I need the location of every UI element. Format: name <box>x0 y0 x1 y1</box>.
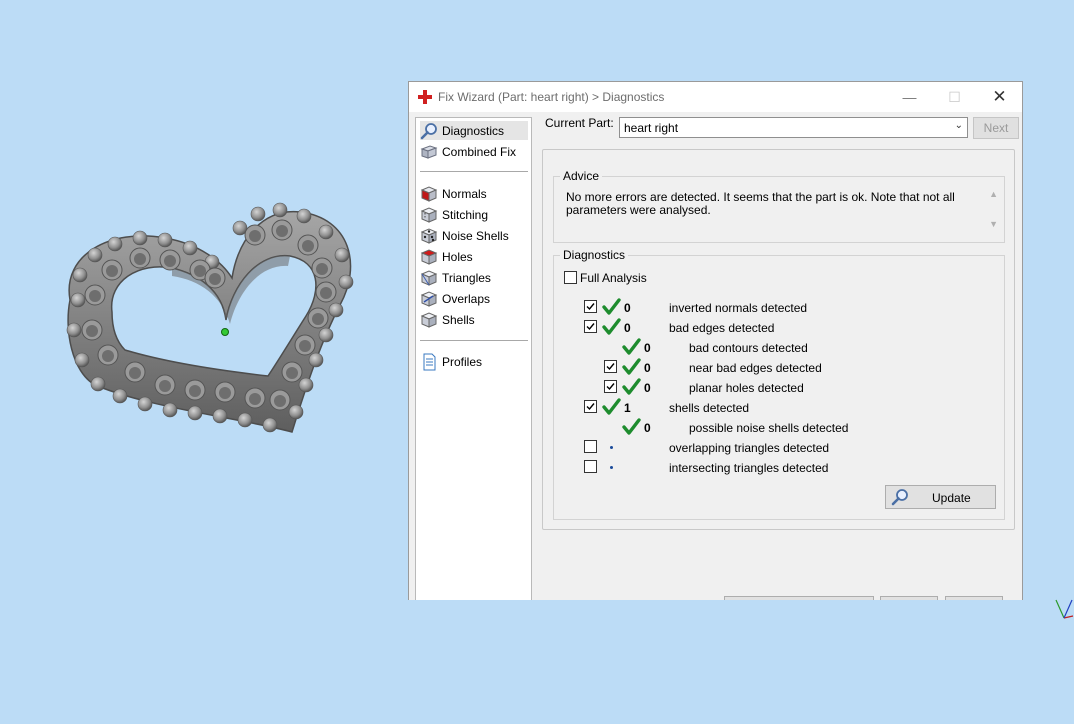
nav-label: Noise Shells <box>442 228 509 243</box>
axis-triad-icon <box>1055 599 1074 619</box>
nav-label: Overlaps <box>442 291 491 306</box>
full-analysis-label: Full Analysis <box>580 271 647 285</box>
diag-checkbox-shells[interactable] <box>584 400 597 413</box>
maximize-button[interactable]: ☐ <box>932 82 977 112</box>
combined-fix-icon <box>420 144 438 159</box>
nav-item-triangles[interactable]: Triangles <box>420 268 528 287</box>
next-button[interactable]: Next <box>973 117 1019 139</box>
medical-cross-icon <box>418 90 432 104</box>
green-check-icon <box>602 318 621 335</box>
diag-label: possible noise shells detected <box>689 421 849 435</box>
diag-count: 0 <box>644 421 651 435</box>
title-bar[interactable]: Fix Wizard (Part: heart right) > Diagnos… <box>409 82 1022 112</box>
diag-count: 0 <box>644 341 651 355</box>
nav-item-normals[interactable]: Normals <box>420 184 528 203</box>
nav-label: Triangles <box>442 270 491 285</box>
green-check-icon <box>602 298 621 315</box>
update-button-label: Update <box>932 491 971 505</box>
not-analysed-dot-icon <box>610 466 613 469</box>
triangles-cube-icon <box>420 269 438 286</box>
nav-item-overlaps[interactable]: Overlaps <box>420 289 528 308</box>
diag-label: intersecting triangles detected <box>669 461 829 475</box>
current-part-select[interactable]: heart right ⌄ <box>619 117 968 138</box>
nav-item-diagnostics[interactable]: Diagnostics <box>420 121 528 140</box>
magnifier-icon <box>891 489 908 506</box>
holes-cube-icon <box>420 248 438 265</box>
nav-label: Holes <box>442 249 473 264</box>
fix-wizard-window: Fix Wizard (Part: heart right) > Diagnos… <box>408 81 1023 600</box>
window-title: Fix Wizard (Part: heart right) > Diagnos… <box>438 90 665 104</box>
bottom-button[interactable] <box>880 596 938 600</box>
nav-label: Diagnostics <box>442 123 505 138</box>
nav-separator <box>420 340 528 341</box>
minimize-button[interactable]: — <box>887 82 932 112</box>
full-analysis-checkbox[interactable] <box>564 271 577 284</box>
diag-count: 0 <box>644 361 651 375</box>
advice-group: Advice No more errors are detected. It s… <box>553 169 1005 243</box>
document-icon <box>423 353 436 370</box>
diag-checkbox-near-bad-edges[interactable] <box>604 360 617 373</box>
nav-label: Combined Fix <box>442 144 517 159</box>
advice-title: Advice <box>560 169 603 183</box>
diag-label: bad edges detected <box>669 321 775 335</box>
diag-label: shells detected <box>669 401 750 415</box>
diag-label: near bad edges detected <box>689 361 822 375</box>
diag-checkbox-planar-holes[interactable] <box>604 380 617 393</box>
green-check-icon <box>622 378 641 395</box>
diag-count: 1 <box>624 401 631 415</box>
overlaps-cube-icon <box>420 290 438 307</box>
nav-label: Shells <box>442 312 475 327</box>
nav-label: Profiles <box>442 354 483 369</box>
wizard-nav: Diagnostics Combined Fix Normals Stitchi… <box>415 117 532 600</box>
nav-label: Normals <box>442 186 487 201</box>
nav-separator <box>420 171 528 172</box>
scroll-down-icon[interactable]: ▼ <box>989 219 998 229</box>
normals-cube-icon <box>420 185 438 202</box>
shells-cube-icon <box>420 311 438 328</box>
diag-label: bad contours detected <box>689 341 808 355</box>
diagnostics-group: Diagnostics Full Analysis 0 inverted nor… <box>553 248 1005 520</box>
diag-count: 0 <box>624 321 631 335</box>
green-check-icon <box>622 358 641 375</box>
nav-item-shells[interactable]: Shells <box>420 310 528 329</box>
nav-label: Stitching <box>442 207 489 222</box>
nav-item-holes[interactable]: Holes <box>420 247 528 266</box>
diag-checkbox-intersecting-triangles[interactable] <box>584 460 597 473</box>
diag-checkbox-inverted-normals[interactable] <box>584 300 597 313</box>
update-button[interactable]: Update <box>885 485 996 509</box>
bottom-button[interactable] <box>945 596 1003 600</box>
nav-item-stitching[interactable]: Stitching <box>420 205 528 224</box>
not-analysed-dot-icon <box>610 446 613 449</box>
noise-shells-cube-icon <box>420 227 438 244</box>
chevron-down-icon: ⌄ <box>954 120 963 131</box>
diag-label: planar holes detected <box>689 381 804 395</box>
nav-item-noise-shells[interactable]: Noise Shells <box>420 226 528 245</box>
magnifier-icon <box>420 122 437 139</box>
diag-checkbox-bad-edges[interactable] <box>584 320 597 333</box>
current-part-label: Current Part: <box>545 116 614 130</box>
advice-text: No more errors are detected. It seems th… <box>566 190 955 217</box>
nav-item-profiles[interactable]: Profiles <box>420 352 528 371</box>
diag-checkbox-overlapping-triangles[interactable] <box>584 440 597 453</box>
diag-label: overlapping triangles detected <box>669 441 830 455</box>
diag-label: inverted normals detected <box>669 301 808 315</box>
diagnostics-title: Diagnostics <box>560 248 629 262</box>
nav-item-combined-fix[interactable]: Combined Fix <box>420 142 528 161</box>
green-check-icon <box>622 418 641 435</box>
green-check-icon <box>622 338 641 355</box>
bottom-button[interactable] <box>724 596 874 600</box>
diagnostics-panel: Advice No more errors are detected. It s… <box>542 149 1015 530</box>
current-part-value: heart right <box>624 121 679 135</box>
green-check-icon <box>602 398 621 415</box>
close-button[interactable]: ✕ <box>977 82 1022 112</box>
diag-count: 0 <box>624 301 631 315</box>
scroll-up-icon[interactable]: ▲ <box>989 189 998 199</box>
stitching-cube-icon <box>420 206 438 223</box>
diag-count: 0 <box>644 381 651 395</box>
